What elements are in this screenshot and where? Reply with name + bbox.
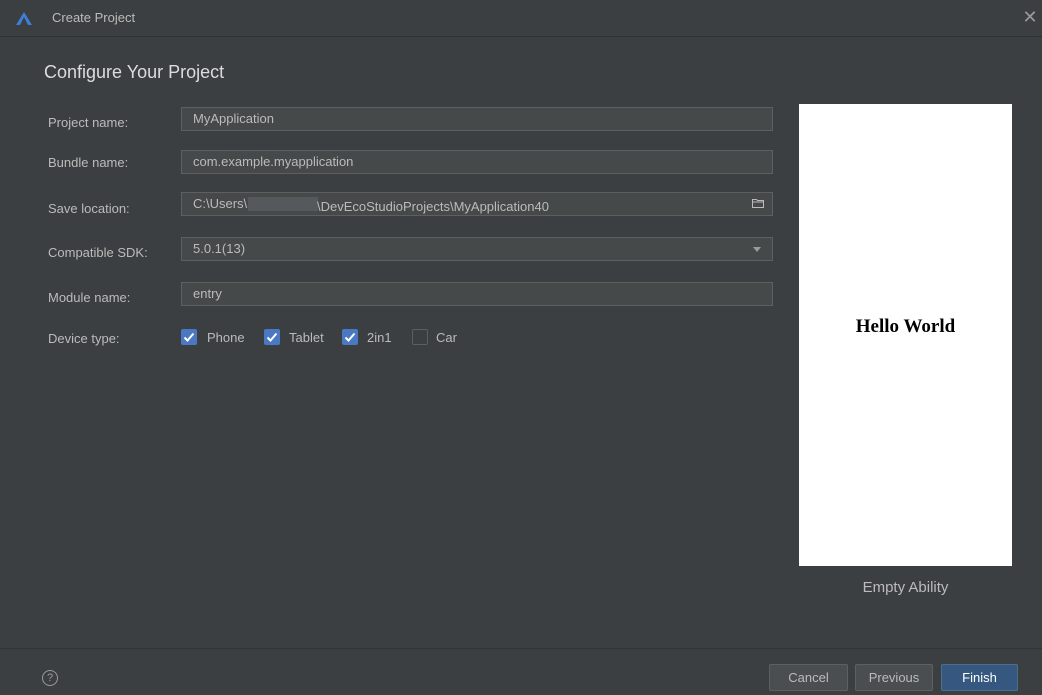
finish-button[interactable]: Finish <box>941 664 1018 691</box>
window-title: Create Project <box>52 10 136 25</box>
2in1-checkbox[interactable] <box>342 329 358 345</box>
check-icon <box>183 332 195 342</box>
chevron-down-icon <box>753 247 761 252</box>
check-icon <box>344 332 356 342</box>
phone-label: Phone <box>207 330 245 345</box>
title-bar: Create Project ✕ <box>0 0 1042 37</box>
bundle-name-field[interactable]: com.example.myapplication <box>181 150 773 174</box>
car-label: Car <box>436 330 457 345</box>
phone-checkbox[interactable] <box>181 329 197 345</box>
folder-icon[interactable] <box>752 198 764 208</box>
tablet-label: Tablet <box>289 330 324 345</box>
previous-button[interactable]: Previous <box>855 664 933 691</box>
save-location-suffix: \DevEcoStudioProjects\MyApplication40 <box>317 199 549 214</box>
compatible-sdk-select[interactable]: 5.0.1(13) <box>181 237 773 261</box>
cancel-button[interactable]: Cancel <box>769 664 848 691</box>
project-name-field[interactable]: MyApplication <box>181 107 773 131</box>
footer-divider <box>0 648 1042 649</box>
compatible-sdk-label: Compatible SDK: <box>48 245 148 260</box>
redacted-username <box>248 197 318 211</box>
save-location-label: Save location: <box>48 201 130 216</box>
2in1-label: 2in1 <box>367 330 392 345</box>
close-icon[interactable]: ✕ <box>1020 6 1040 28</box>
car-checkbox[interactable] <box>412 329 428 345</box>
device-type-label: Device type: <box>48 331 120 346</box>
module-name-field[interactable]: entry <box>181 282 773 306</box>
page-title: Configure Your Project <box>44 62 225 82</box>
tablet-checkbox[interactable] <box>264 329 280 345</box>
help-icon[interactable]: ? <box>42 670 58 686</box>
template-preview: Hello World <box>799 104 1012 566</box>
template-name: Empty Ability <box>862 579 949 596</box>
deveco-logo-icon <box>16 12 32 25</box>
preview-hello-text: Hello World <box>855 316 956 337</box>
check-icon <box>266 332 278 342</box>
module-name-label: Module name: <box>48 290 131 305</box>
save-location-prefix: C:\Users\ <box>193 196 248 211</box>
project-name-label: Project name: <box>48 115 129 130</box>
bundle-name-label: Bundle name: <box>48 155 129 170</box>
